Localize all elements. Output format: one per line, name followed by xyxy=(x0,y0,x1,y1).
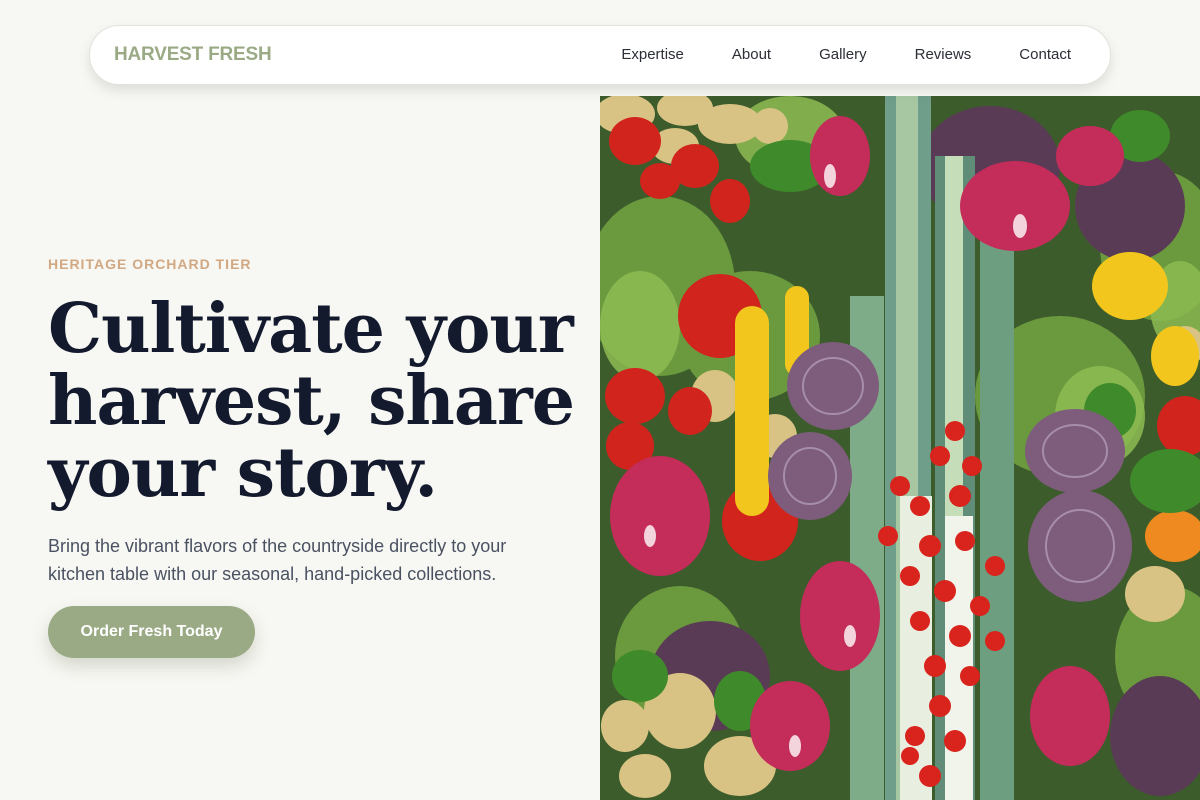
hero-eyebrow: HERITAGE ORCHARD TIER xyxy=(48,256,252,272)
vegetables-illustration xyxy=(600,96,1200,800)
hero-description: Bring the vibrant flavors of the country… xyxy=(48,536,507,584)
nav-links: Expertise About Gallery Reviews Contact xyxy=(621,46,1071,63)
hero-headline: Cultivate your harvest, share your story… xyxy=(48,289,575,513)
order-fresh-button[interactable]: Order Fresh Today xyxy=(48,606,255,658)
nav-link-expertise[interactable]: Expertise xyxy=(621,46,684,63)
vegetables-hero-image xyxy=(600,96,1200,800)
brand-logo[interactable]: HARVEST FRESH xyxy=(114,44,272,66)
nav-link-gallery[interactable]: Gallery xyxy=(819,46,867,63)
nav-link-contact[interactable]: Contact xyxy=(1019,46,1071,63)
nav-link-about[interactable]: About xyxy=(732,46,771,63)
page: HARVEST FRESH Expertise About Gallery Re… xyxy=(0,0,1200,800)
top-navigation: HARVEST FRESH Expertise About Gallery Re… xyxy=(89,25,1111,85)
nav-link-reviews[interactable]: Reviews xyxy=(915,46,972,63)
